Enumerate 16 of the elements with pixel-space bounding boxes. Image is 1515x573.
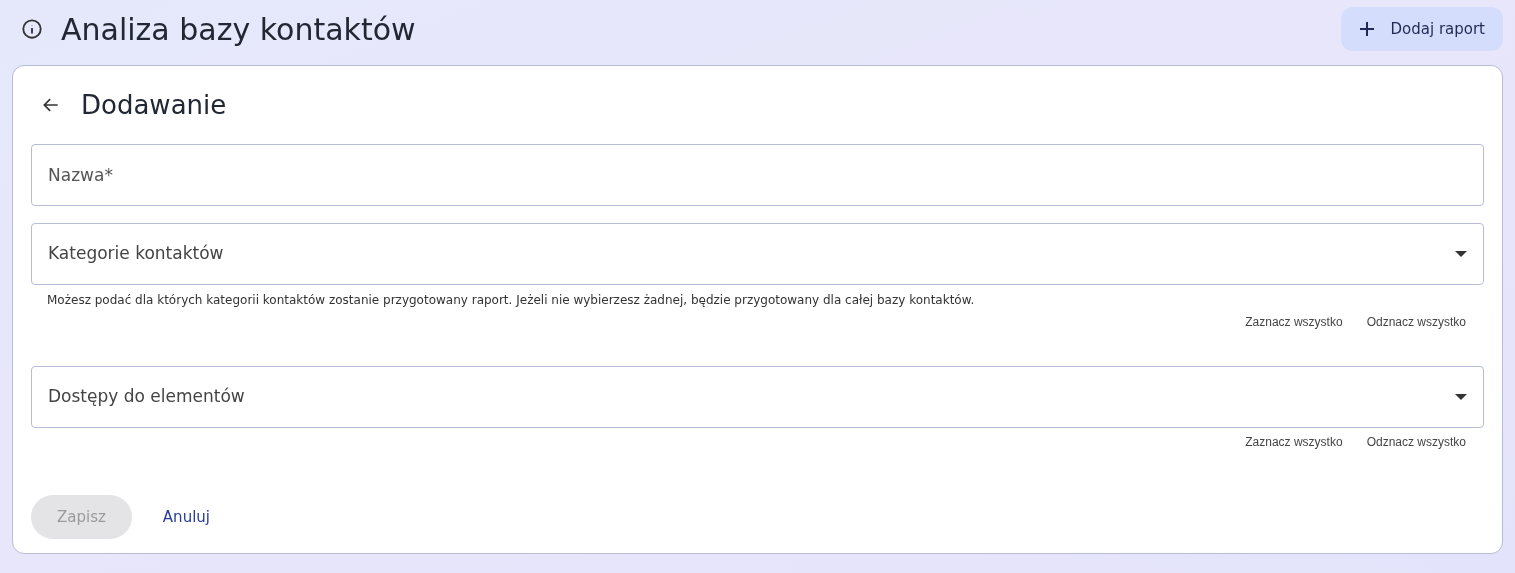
cancel-link[interactable]: Anuluj <box>162 505 210 529</box>
dropdown-caret-icon <box>1455 394 1467 400</box>
dropdown-caret-icon <box>1455 251 1467 257</box>
add-report-button[interactable]: Dodaj raport <box>1340 7 1503 51</box>
plus-icon <box>1358 21 1375 37</box>
select-field[interactable]: Dostępy do elementów <box>31 366 1484 428</box>
helper-text: Możesz podać dla których kategorii kontaktów zostanie przygotowany raport. Jeżeli nie wybierzesz żadnej, będzie przygotowany dla całej bazy kontaktów. <box>46 293 976 307</box>
deselect-all-link[interactable]: Odznacz wszystko <box>1366 315 1466 329</box>
page-title: Analiza bazy kontaktów <box>61 10 416 49</box>
name-field[interactable]: Nazwa* <box>31 144 1484 206</box>
select-all-link[interactable]: Zaznacz wszystko <box>1245 435 1343 449</box>
deselect-all-link[interactable]: Odznacz wszystko <box>1366 435 1466 449</box>
select-all-link[interactable]: Zaznacz wszystko <box>1245 315 1343 329</box>
form-title: Dodawanie <box>81 88 227 122</box>
select-field[interactable]: Kategorie kontaktów <box>31 223 1484 285</box>
info-icon[interactable] <box>21 18 43 40</box>
